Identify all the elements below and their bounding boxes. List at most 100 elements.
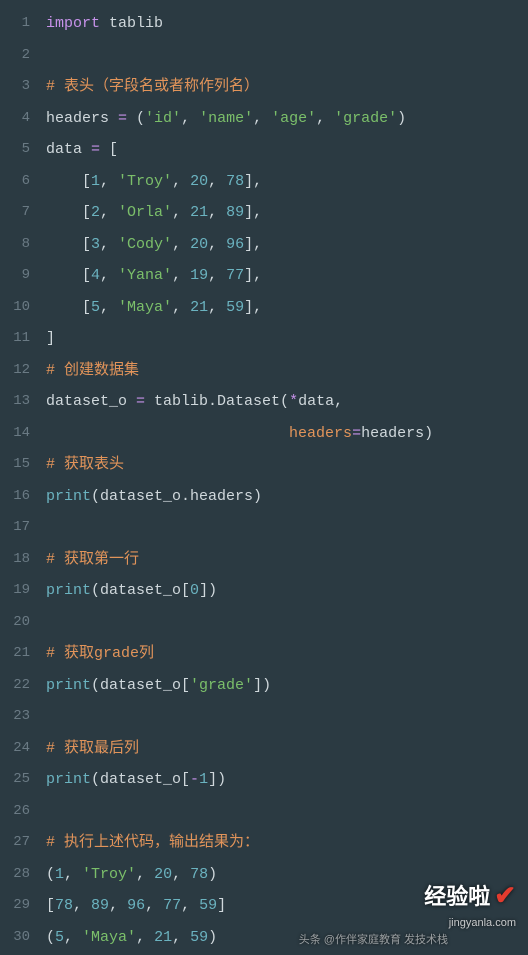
code-line[interactable]: import tablib — [46, 8, 528, 40]
token-punct: ) — [208, 866, 217, 883]
code-line[interactable]: [4, 'Yana', 19, 77], — [46, 260, 528, 292]
token-punct: ] — [217, 897, 226, 914]
code-line[interactable] — [46, 607, 528, 639]
code-line[interactable]: print(dataset_o[-1]) — [46, 764, 528, 796]
code-line[interactable]: headers=headers) — [46, 418, 528, 450]
code-line[interactable] — [46, 796, 528, 828]
watermark-logo: 经验啦 ✔ — [424, 879, 516, 911]
token-punct: [ — [46, 236, 91, 253]
token-string: 'Cody' — [118, 236, 172, 253]
code-line[interactable]: [3, 'Cody', 20, 96], — [46, 229, 528, 261]
line-number: 22 — [0, 670, 40, 702]
token-ident: (dataset_o[ — [91, 677, 190, 694]
code-line[interactable] — [46, 701, 528, 733]
token-ident: data, — [298, 393, 343, 410]
token-punct: ], — [244, 267, 262, 284]
code-line[interactable]: # 获取grade列 — [46, 638, 528, 670]
code-editor[interactable]: 1234567891011121314151617181920212223242… — [0, 0, 528, 955]
code-line[interactable]: headers = ('id', 'name', 'age', 'grade') — [46, 103, 528, 135]
token-punct: ], — [244, 204, 262, 221]
token-number: 4 — [91, 267, 100, 284]
token-number: 1 — [199, 771, 208, 788]
line-number: 16 — [0, 481, 40, 513]
token-punct: ) — [208, 929, 217, 946]
token-number: 0 — [190, 582, 199, 599]
code-line[interactable]: print(dataset_o['grade']) — [46, 670, 528, 702]
line-number: 6 — [0, 166, 40, 198]
token-punct: , — [172, 866, 190, 883]
token-string: 'age' — [271, 110, 316, 127]
token-string: 'name' — [199, 110, 253, 127]
token-number: 21 — [190, 204, 208, 221]
code-line[interactable]: print(dataset_o.headers) — [46, 481, 528, 513]
token-number: 78 — [190, 866, 208, 883]
token-ident: (dataset_o[ — [91, 771, 190, 788]
token-number: 59 — [190, 929, 208, 946]
line-number: 18 — [0, 544, 40, 576]
token-op: = — [91, 141, 109, 158]
code-line[interactable]: # 获取表头 — [46, 449, 528, 481]
token-comment: # 获取最后列 — [46, 740, 139, 757]
token-op: = — [352, 425, 361, 442]
code-line[interactable]: print(dataset_o[0]) — [46, 575, 528, 607]
line-number: 4 — [0, 103, 40, 135]
watermark-text: 经验啦 — [424, 879, 490, 911]
line-number: 19 — [0, 575, 40, 607]
token-punct: , — [136, 866, 154, 883]
token-func: print — [46, 582, 91, 599]
token-punct: , — [64, 929, 82, 946]
code-line[interactable]: dataset_o = tablib.Dataset(*data, — [46, 386, 528, 418]
code-area[interactable]: import tablib # 表头（字段名或者称作列名）headers = ('… — [40, 0, 528, 955]
line-number: 27 — [0, 827, 40, 859]
code-line[interactable]: # 获取最后列 — [46, 733, 528, 765]
token-comment: # 获取grade列 — [46, 645, 154, 662]
token-string: 'grade' — [334, 110, 397, 127]
code-line[interactable]: ] — [46, 323, 528, 355]
token-punct: [ — [46, 204, 91, 221]
code-line[interactable]: [1, 'Troy', 20, 78], — [46, 166, 528, 198]
code-line[interactable] — [46, 40, 528, 72]
token-punct: , — [100, 204, 118, 221]
token-punct: ( — [46, 929, 55, 946]
token-punct: , — [208, 267, 226, 284]
code-line[interactable]: data = [ — [46, 134, 528, 166]
line-number: 21 — [0, 638, 40, 670]
code-line[interactable]: # 获取第一行 — [46, 544, 528, 576]
token-punct: , — [100, 236, 118, 253]
token-number: 5 — [55, 929, 64, 946]
token-number: 2 — [91, 204, 100, 221]
code-line[interactable]: [2, 'Orla', 21, 89], — [46, 197, 528, 229]
token-keyword: import — [46, 15, 109, 32]
code-line[interactable]: # 执行上述代码，输出结果为： — [46, 827, 528, 859]
token-punct: , — [208, 236, 226, 253]
token-op: = — [118, 110, 136, 127]
code-line[interactable] — [46, 512, 528, 544]
token-ident — [46, 425, 289, 442]
token-comment: # 创建数据集 — [46, 362, 139, 379]
token-punct: , — [172, 236, 190, 253]
token-number: 19 — [190, 267, 208, 284]
token-punct: , — [208, 299, 226, 316]
token-punct: ], — [244, 299, 262, 316]
code-line[interactable]: # 表头（字段名或者称作列名） — [46, 71, 528, 103]
token-ident: ]) — [253, 677, 271, 694]
token-punct: ) — [397, 110, 406, 127]
line-number: 20 — [0, 607, 40, 639]
token-ident: headers) — [361, 425, 433, 442]
token-punct: , — [208, 204, 226, 221]
token-ident: ]) — [208, 771, 226, 788]
token-punct: , — [181, 897, 199, 914]
token-punct: , — [172, 204, 190, 221]
code-line[interactable]: [5, 'Maya', 21, 59], — [46, 292, 528, 324]
token-number: 96 — [127, 897, 145, 914]
line-number: 24 — [0, 733, 40, 765]
token-punct: [ — [46, 267, 91, 284]
token-comment: # 获取第一行 — [46, 551, 139, 568]
token-op: * — [289, 393, 298, 410]
token-number: 20 — [154, 866, 172, 883]
line-gutter: 1234567891011121314151617181920212223242… — [0, 0, 40, 955]
token-punct: , — [208, 173, 226, 190]
line-number: 13 — [0, 386, 40, 418]
token-punct: ( — [136, 110, 145, 127]
code-line[interactable]: # 创建数据集 — [46, 355, 528, 387]
